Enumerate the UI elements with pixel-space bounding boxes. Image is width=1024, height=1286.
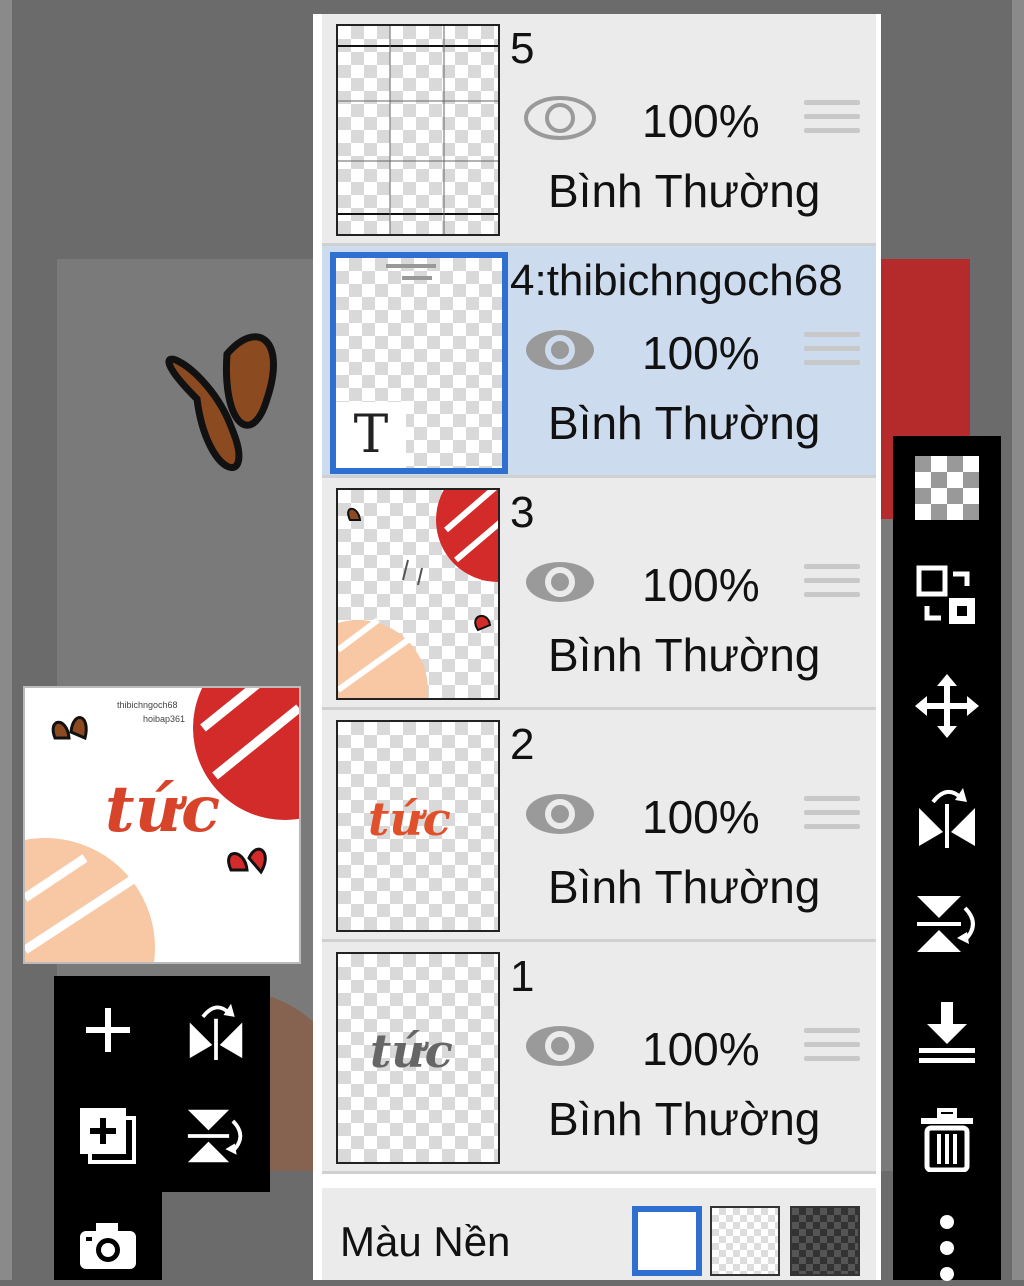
lettering-preview: tức (370, 1024, 453, 1078)
background-dark-swatch[interactable] (790, 1206, 860, 1276)
drag-handle-icon[interactable] (804, 100, 860, 144)
layer-thumbnail[interactable]: T (330, 252, 508, 474)
tiny-text-mark (386, 264, 436, 268)
trash-icon[interactable] (911, 1104, 983, 1176)
tiny-text-mark (402, 276, 432, 280)
canvas-preview[interactable]: thibichngoch68 hoibap361 tức (23, 686, 301, 964)
blend-mode[interactable]: Bình Thường (548, 628, 820, 682)
background-white-swatch[interactable] (632, 1206, 702, 1276)
drag-handle-icon[interactable] (804, 1028, 860, 1072)
preview-caption: thibichngoch68 (117, 700, 178, 710)
layer-row-selected[interactable]: T 4:thibichngoch68 100% Bình Thường (322, 246, 876, 478)
layer-name[interactable]: 4:thibichngoch68 (510, 256, 876, 306)
layer-name[interactable]: 2 (510, 720, 876, 770)
layer-opacity[interactable]: 100% (642, 94, 760, 148)
visibility-eye-icon[interactable] (522, 92, 598, 144)
left-frame (0, 0, 12, 1280)
flip-horizontal-icon[interactable] (176, 990, 256, 1070)
preview-caption: hoibap361 (143, 714, 186, 724)
layer-opacity[interactable]: 100% (642, 790, 760, 844)
visibility-eye-icon[interactable] (522, 788, 598, 840)
drag-handle-icon[interactable] (804, 564, 860, 608)
layer-row[interactable]: tức 2 100% Bình Thường (322, 710, 876, 942)
camera-icon[interactable] (68, 1206, 148, 1286)
layer-row[interactable]: 3 100% Bình Thường (322, 478, 876, 710)
add-layer-icon[interactable] (68, 990, 148, 1070)
background-transparent-swatch[interactable] (710, 1206, 780, 1276)
preview-lettering: tức (105, 772, 221, 847)
drag-handle-icon[interactable] (804, 332, 860, 376)
background-color-row: Màu Nền (322, 1188, 876, 1280)
layer-opacity[interactable]: 100% (642, 1022, 760, 1076)
more-vertical-icon[interactable] (911, 1212, 983, 1284)
visibility-eye-icon[interactable] (522, 324, 598, 376)
layer-row[interactable]: tức 1 100% Bình Thường (322, 942, 876, 1174)
text-layer-icon: T (336, 402, 406, 468)
duplicate-layer-icon[interactable] (68, 1096, 148, 1176)
layer-name[interactable]: 1 (510, 952, 876, 1002)
merge-down-icon[interactable] (911, 996, 983, 1068)
layer-opacity[interactable]: 100% (642, 558, 760, 612)
blend-mode[interactable]: Bình Thường (548, 1092, 820, 1146)
lettering-preview: tức (368, 792, 451, 846)
background-label: Màu Nền (340, 1218, 511, 1265)
blend-mode[interactable]: Bình Thường (548, 860, 820, 914)
move-icon[interactable] (911, 670, 983, 742)
swap-layers-icon[interactable] (911, 560, 983, 632)
flip-vertical-icon[interactable] (911, 888, 983, 960)
visibility-eye-icon[interactable] (522, 1020, 598, 1072)
visibility-eye-icon[interactable] (522, 556, 598, 608)
layer-actions-toolbar (54, 976, 270, 1192)
flip-horizontal-icon[interactable] (911, 780, 983, 852)
layers-panel: 5 100% Bình Thường T 4:thibichngoch68 10… (313, 14, 881, 1280)
layer-thumbnail[interactable] (336, 488, 500, 700)
grid-lines-thumbnail (338, 26, 498, 234)
drag-handle-icon[interactable] (804, 796, 860, 840)
layer-thumbnail[interactable]: tức (336, 720, 500, 932)
transparency-checker-icon[interactable] (911, 452, 983, 524)
blend-mode[interactable]: Bình Thường (548, 396, 820, 450)
layer-opacity[interactable]: 100% (642, 326, 760, 380)
blend-mode[interactable]: Bình Thường (548, 164, 820, 218)
camera-toolbar (54, 1192, 162, 1280)
layer-name[interactable]: 5 (510, 24, 876, 74)
decorations-thumbnail (338, 490, 498, 698)
layer-thumbnail[interactable] (336, 24, 500, 236)
layer-thumbnail[interactable]: tức (336, 952, 500, 1164)
right-toolbar (893, 436, 1001, 1281)
layer-name[interactable]: 3 (510, 488, 876, 538)
right-frame (1012, 0, 1024, 1280)
flip-vertical-icon[interactable] (176, 1096, 256, 1176)
layer-row[interactable]: 5 100% Bình Thường (322, 14, 876, 246)
